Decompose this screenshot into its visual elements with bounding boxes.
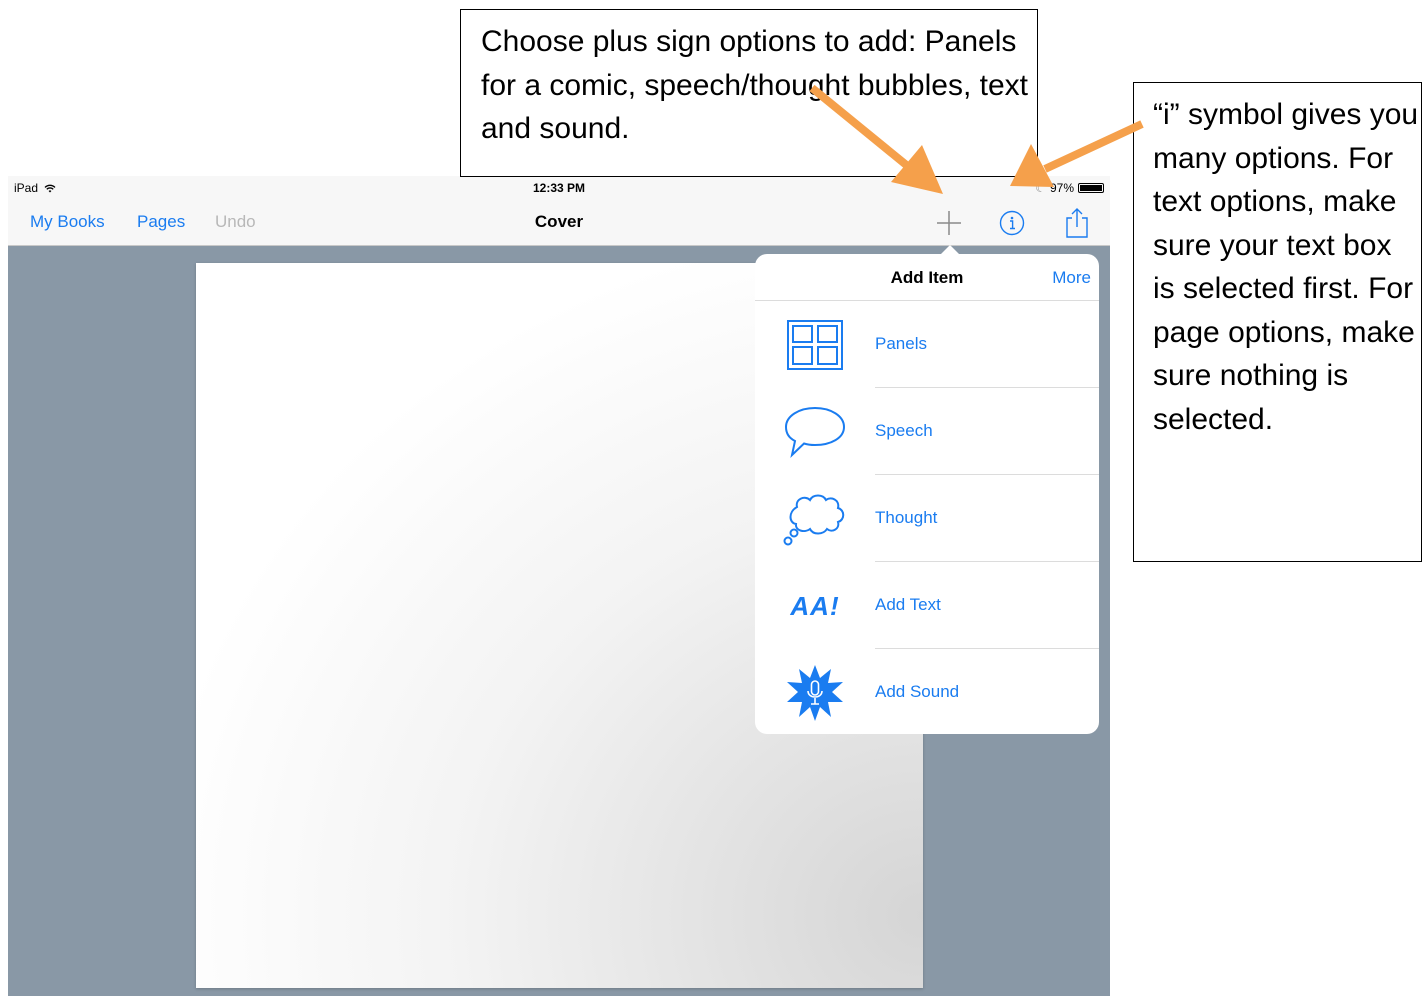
text-icon: AA! [783,576,847,636]
battery-icon [1078,183,1104,193]
info-icon[interactable] [995,206,1029,240]
panels-item[interactable]: Panels [755,301,1099,388]
battery-status: ☾ 97% [1035,181,1104,195]
battery-percent: 97% [1049,181,1074,195]
speech-item[interactable]: Speech [755,388,1099,475]
popover-header: Add Item More [755,254,1099,301]
share-icon[interactable] [1060,206,1094,240]
popover-title: Add Item [890,268,964,287]
more-button[interactable]: More [1052,268,1091,288]
ipad-screen: iPad 12:33 PM ☾ 97% My Books Pages Undo … [8,176,1110,996]
nav-bar: My Books Pages Undo Cover [8,198,1110,246]
thought-bubble-icon [783,489,847,549]
speech-bubble-icon [783,402,847,462]
add-text-item[interactable]: AA! Add Text [755,562,1099,649]
thought-item[interactable]: Thought [755,475,1099,562]
clock: 12:33 PM [532,181,586,195]
plus-icon[interactable] [932,206,966,240]
status-bar: iPad 12:33 PM ☾ 97% [8,176,1110,198]
add-text-label: Add Text [875,595,941,614]
text-icon-glyph: AA! [790,590,840,621]
speech-label: Speech [875,421,933,440]
panels-label: Panels [875,334,927,353]
sound-icon [783,663,847,723]
info-callout: “i” symbol gives you many options. For t… [1133,82,1422,562]
panels-icon [783,315,847,375]
plus-callout: Choose plus sign options to add: Panels … [460,9,1038,177]
add-item-popover: Add Item More Panels Speech Thought AA! … [755,254,1099,734]
add-sound-label: Add Sound [875,682,960,701]
moon-icon: ☾ [1035,181,1046,195]
add-sound-item[interactable]: Add Sound [755,649,1099,736]
thought-label: Thought [875,508,938,527]
